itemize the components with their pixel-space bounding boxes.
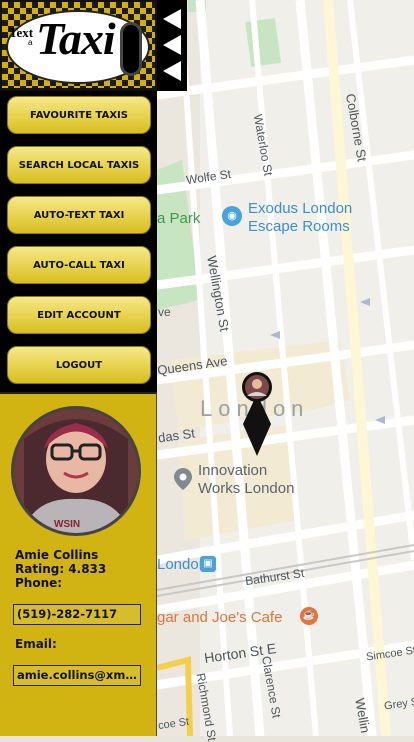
favourite-taxis-button[interactable]: FAVOURITE TAXIS (7, 96, 151, 134)
logo-text-big: Taxi (36, 13, 116, 64)
app-logo: Text a Taxi (0, 0, 157, 91)
svg-text:WSIN: WSIN (54, 519, 80, 530)
logout-button[interactable]: LOGOUT (7, 346, 151, 384)
edit-account-button[interactable]: EDIT ACCOUNT (7, 296, 151, 334)
phone-field[interactable]: (519)-282-7117 (13, 604, 141, 625)
poi-exodus-label[interactable]: Exodus London Escape Rooms (248, 200, 352, 236)
train-icon[interactable]: ▣ (200, 556, 216, 572)
tire-icon (120, 22, 142, 76)
poi-exodus-icon[interactable]: ◉ (222, 206, 242, 226)
park-label: a Park (157, 210, 201, 227)
profile-rating: Rating: 4.833 (15, 562, 107, 576)
driver-location-pin[interactable] (240, 372, 274, 460)
search-local-taxis-button[interactable]: SEARCH LOCAL TAXIS (7, 146, 151, 184)
poi-innovation-icon[interactable] (174, 468, 192, 490)
auto-call-taxi-button[interactable]: AUTO-CALL TAXI (7, 246, 151, 284)
poi-cafe-label[interactable]: gar and Joe's Cafe (157, 609, 282, 627)
email-field[interactable]: amie.collins@xmail.com (13, 665, 141, 686)
avatar: WSIN (11, 406, 141, 536)
auto-text-taxi-button[interactable]: AUTO-TEXT TAXI (7, 196, 151, 234)
collapse-sidebar-toggle[interactable] (157, 0, 187, 91)
poi-innovation-label[interactable]: Innovation Works London (198, 462, 294, 498)
chevron-left-icon (163, 35, 181, 55)
logo-text-a: a (28, 38, 33, 47)
sidebar: Text a Taxi FAVOURITE TAXIS SEARCH LOCAL… (0, 0, 157, 736)
profile-phone-label: Phone: (15, 576, 63, 590)
profile-name: Amie Collins (15, 548, 99, 562)
cafe-icon[interactable]: ☕ (300, 607, 318, 625)
chevron-left-icon (163, 9, 181, 29)
street-ve: ve (158, 305, 171, 319)
chevron-left-icon (163, 61, 181, 81)
profile-email-label: Email: (15, 637, 57, 651)
profile-panel: WSIN Amie Collins Rating: 4.833 Phone: (… (0, 392, 157, 736)
